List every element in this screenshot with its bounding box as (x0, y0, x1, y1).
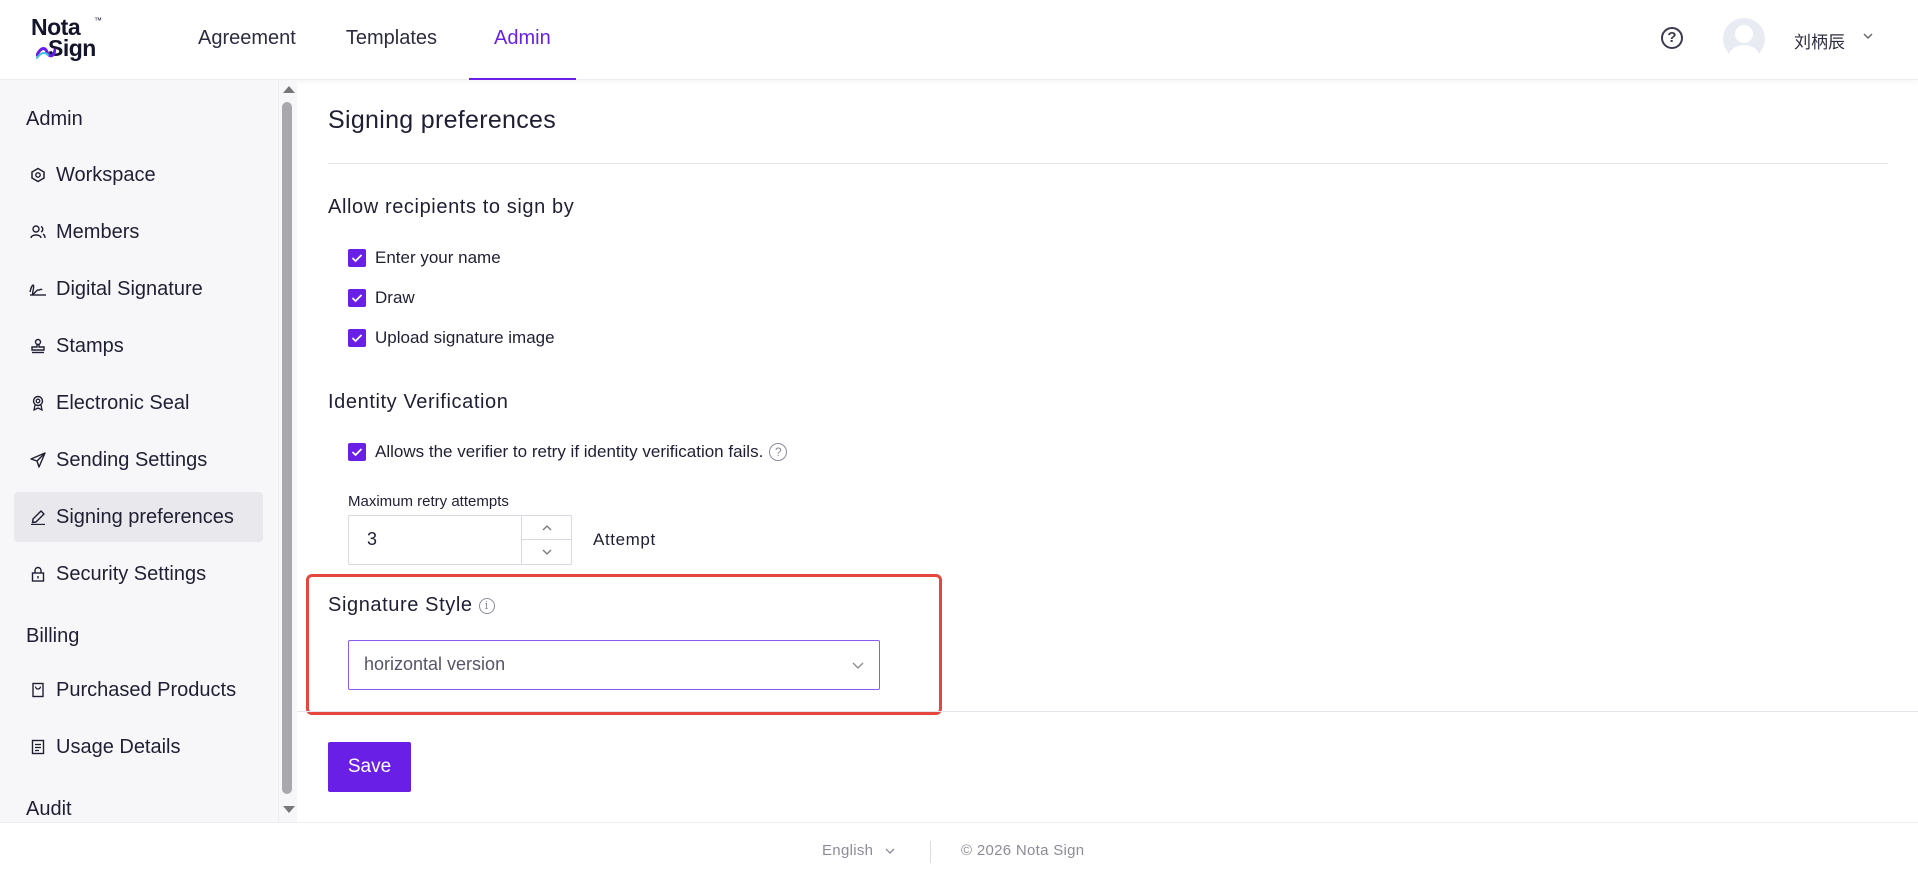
sidebar-item-label: Usage Details (56, 735, 181, 758)
send-icon (27, 449, 49, 471)
option-retry-verification[interactable]: Allows the verifier to retry if identity… (348, 442, 788, 462)
decrement-button[interactable] (522, 540, 571, 564)
max-retry-value[interactable]: 3 (367, 529, 377, 550)
sidebar: Admin Workspace Members Digital Signatur… (0, 80, 279, 822)
option-label: Enter your name (375, 248, 501, 267)
avatar-head (1735, 25, 1753, 43)
option-label: Draw (375, 288, 415, 307)
top-header: Nota ™ Sign Agreement Templates Admin ? … (0, 0, 1918, 80)
main-content: Signing preferences Allow recipients to … (297, 80, 1918, 822)
lock-icon (27, 563, 49, 585)
max-retry-stepper[interactable]: 3 (348, 515, 572, 565)
sidebar-item-label: Workspace (56, 163, 156, 186)
max-retry-label: Maximum retry attempts (348, 493, 509, 510)
chevron-down-icon[interactable] (884, 845, 896, 857)
signature-icon (27, 278, 49, 300)
sign-by-heading: Allow recipients to sign by (328, 196, 575, 218)
title-divider (328, 163, 1888, 164)
option-upload-image[interactable]: Upload signature image (348, 328, 555, 348)
sidebar-item-signing-preferences[interactable]: Signing preferences (14, 492, 263, 542)
question-icon[interactable]: ? (769, 443, 788, 461)
option-enter-name[interactable]: Enter your name (348, 248, 501, 268)
signature-style-label: Signature Style (328, 594, 473, 616)
chevron-down-icon (852, 662, 864, 669)
logo-wave-icon (36, 47, 56, 59)
main-nav: Agreement Templates Admin (180, 0, 590, 80)
page-title: Signing preferences (328, 106, 557, 134)
option-label: Allows the verifier to retry if identity… (375, 442, 764, 461)
bag-icon (27, 679, 49, 701)
footer: English © 2026 Nota Sign (0, 822, 1918, 876)
pen-icon (27, 506, 49, 528)
identity-heading: Identity Verification (328, 391, 509, 413)
checkbox-checked[interactable] (348, 289, 366, 307)
help-icon[interactable]: ? (1661, 27, 1683, 49)
scroll-down-arrow-icon[interactable] (283, 806, 295, 813)
sidebar-item-label: Electronic Seal (56, 391, 190, 414)
checkbox-checked[interactable] (348, 329, 366, 347)
section-title-audit: Audit (26, 798, 72, 820)
chevron-up-icon (542, 524, 551, 530)
checkbox-checked[interactable] (348, 249, 366, 267)
signature-style-heading: Signature Style i (328, 594, 495, 617)
sidebar-item-members[interactable]: Members (14, 207, 263, 257)
sidebar-item-label: Stamps (56, 334, 124, 357)
nota-sign-logo[interactable]: Nota ™ Sign (28, 14, 118, 64)
avatar[interactable] (1723, 18, 1765, 60)
nav-agreement[interactable]: Agreement (180, 0, 314, 80)
sidebar-item-digital-signature[interactable]: Digital Signature (14, 264, 263, 314)
scroll-up-arrow-icon[interactable] (283, 86, 295, 93)
sidebar-item-workspace[interactable]: Workspace (14, 150, 263, 200)
logo-trademark: ™ (94, 16, 102, 25)
option-draw[interactable]: Draw (348, 288, 415, 308)
sidebar-item-sending-settings[interactable]: Sending Settings (14, 435, 263, 485)
section-title-admin: Admin (26, 108, 83, 130)
footer-divider (930, 841, 931, 863)
language-select[interactable]: English (822, 842, 873, 859)
avatar-body (1729, 45, 1759, 60)
stepper-buttons (521, 516, 571, 564)
sidebar-item-usage-details[interactable]: Usage Details (14, 722, 263, 772)
sidebar-item-label: Digital Signature (56, 277, 203, 300)
stamp-icon (27, 335, 49, 357)
select-value: horizontal version (364, 654, 506, 674)
sidebar-item-label: Purchased Products (56, 678, 237, 701)
option-label: Upload signature image (375, 328, 555, 347)
scroll-thumb[interactable] (282, 102, 292, 794)
sidebar-item-electronic-seal[interactable]: Electronic Seal (14, 378, 263, 428)
checkbox-checked[interactable] (348, 443, 366, 461)
sidebar-scrollbar[interactable] (279, 80, 297, 822)
workspace-icon (27, 164, 49, 186)
section-title-billing: Billing (26, 625, 80, 647)
increment-button[interactable] (522, 516, 571, 540)
sidebar-item-label: Members (56, 220, 140, 243)
chevron-down-icon (542, 549, 551, 555)
sidebar-item-label: Sending Settings (56, 448, 208, 471)
sidebar-item-label: Signing preferences (56, 505, 234, 528)
username[interactable]: 刘柄辰 (1794, 28, 1845, 53)
sidebar-item-label: Security Settings (56, 562, 207, 585)
save-button[interactable]: Save (328, 742, 411, 792)
seal-icon (27, 392, 49, 414)
sidebar-item-security-settings[interactable]: Security Settings (14, 549, 263, 599)
document-icon (27, 736, 49, 758)
action-divider (297, 711, 1918, 712)
chevron-down-icon[interactable] (1862, 30, 1874, 42)
nav-admin[interactable]: Admin (469, 0, 576, 80)
sidebar-item-purchased-products[interactable]: Purchased Products (14, 665, 263, 715)
info-icon[interactable]: i (478, 598, 495, 614)
copyright: © 2026 Nota Sign (961, 842, 1085, 859)
members-icon (27, 221, 49, 243)
nav-templates[interactable]: Templates (328, 0, 455, 80)
attempt-unit: Attempt (593, 530, 656, 549)
signature-style-select[interactable]: horizontal version (348, 640, 880, 690)
sidebar-item-stamps[interactable]: Stamps (14, 321, 263, 371)
